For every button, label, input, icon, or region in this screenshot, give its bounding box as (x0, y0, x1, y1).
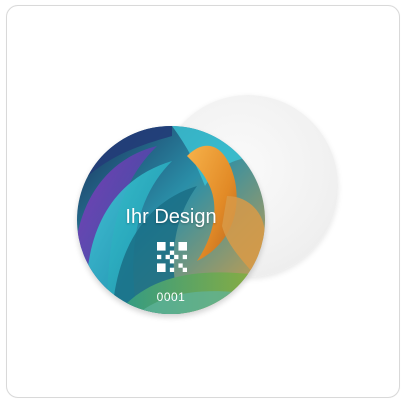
serial-number: 0001 (156, 290, 186, 304)
sticker-front-side: Ihr Design 0001 (77, 126, 265, 314)
qr-code-icon (157, 242, 187, 272)
design-placeholder-text: Ihr Design (125, 206, 217, 228)
